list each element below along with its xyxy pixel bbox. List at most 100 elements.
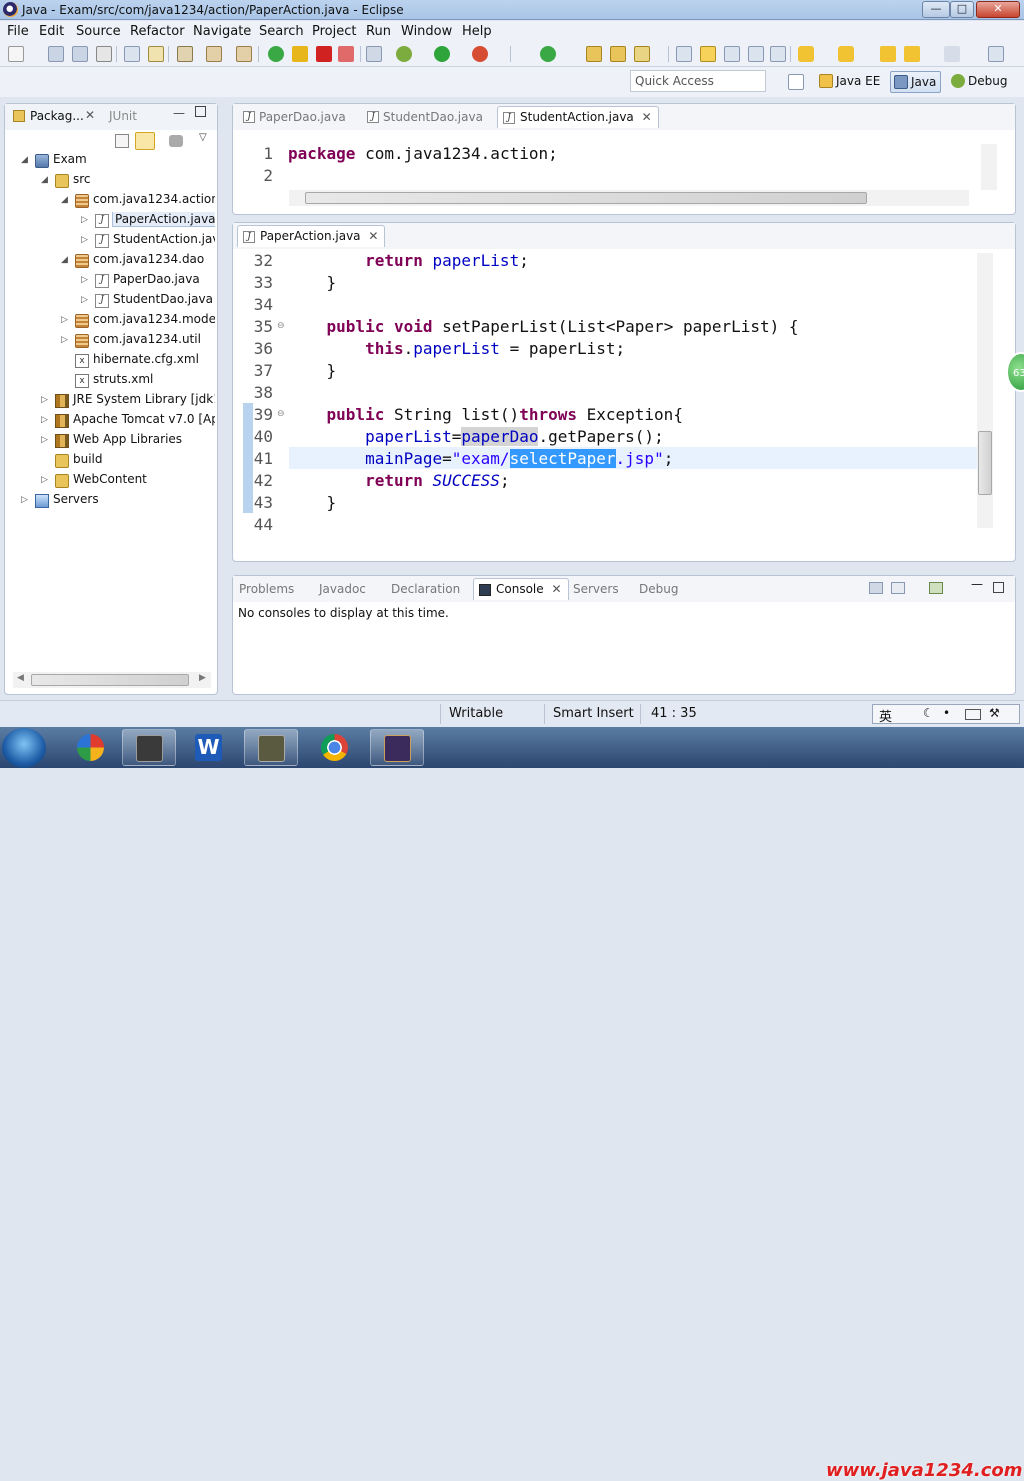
display-console-icon[interactable] xyxy=(891,582,905,594)
last-edit-icon[interactable] xyxy=(880,46,896,62)
taskbar-app[interactable] xyxy=(64,729,118,766)
minimize-view-icon[interactable]: — xyxy=(971,577,983,591)
tab-junit[interactable]: JUnit xyxy=(109,109,137,123)
refresh-icon[interactable] xyxy=(206,46,222,62)
open-console-icon[interactable] xyxy=(929,582,943,594)
tree-item[interactable]: ▷ J PaperAction.java xyxy=(5,212,215,230)
collapsed-arrow-icon[interactable]: ▷ xyxy=(81,275,91,285)
maximize-view-icon[interactable] xyxy=(195,106,206,117)
minimize-view-icon[interactable]: — xyxy=(173,106,185,120)
menu-source[interactable]: Source xyxy=(76,24,121,39)
save-all-icon[interactable] xyxy=(72,46,88,62)
menu-search[interactable]: Search xyxy=(259,24,304,39)
menu-navigate[interactable]: Navigate xyxy=(193,24,251,39)
mark-occurrences-icon[interactable] xyxy=(700,46,716,62)
scroll-right-icon[interactable]: ▶ xyxy=(199,673,206,683)
debug-icon[interactable] xyxy=(396,46,412,62)
collapsed-arrow-icon[interactable]: ▷ xyxy=(81,235,91,245)
show-whitespace-icon[interactable] xyxy=(748,46,764,62)
tree-item[interactable]: ▷ com.java1234.util xyxy=(5,332,215,350)
close-icon[interactable]: ✕ xyxy=(642,110,652,124)
close-icon[interactable]: ✕ xyxy=(551,582,561,596)
collapsed-arrow-icon[interactable]: ▷ xyxy=(61,335,71,345)
next-annotation-icon[interactable] xyxy=(798,46,814,62)
search-server-icon[interactable] xyxy=(236,46,252,62)
close-button[interactable]: ✕ xyxy=(976,1,1020,18)
fold-icon[interactable]: ⊖ xyxy=(277,321,285,331)
forward-icon[interactable] xyxy=(944,46,960,62)
taskbar-app-eclipse[interactable] xyxy=(370,729,424,766)
tree-item[interactable]: ▷ J StudentAction.java xyxy=(5,232,215,250)
ime-lang[interactable]: 英 xyxy=(879,706,892,725)
expanded-arrow-icon[interactable]: ◢ xyxy=(41,175,51,185)
moon-icon[interactable]: ☾ xyxy=(923,706,934,720)
taskbar-app[interactable] xyxy=(122,729,176,766)
tree-item[interactable]: ▷ Web App Libraries xyxy=(5,432,215,450)
tree-item[interactable]: ◢ com.java1234.dao xyxy=(5,252,215,270)
menu-refactor[interactable]: Refactor xyxy=(130,24,185,39)
tree-item[interactable]: ▷ J StudentDao.java xyxy=(5,292,215,310)
external-tools-icon[interactable] xyxy=(472,46,488,62)
taskbar-app[interactable]: W xyxy=(182,729,236,766)
fold-icon[interactable]: ⊖ xyxy=(277,409,285,419)
tab-studentaction[interactable]: J StudentAction.java ✕ xyxy=(497,106,659,128)
tree-item[interactable]: ▷ WebContent xyxy=(5,472,215,490)
tree-item[interactable]: ◢ Exam xyxy=(5,152,215,170)
editor-main-vertical-scrollbar[interactable] xyxy=(977,253,993,528)
start-button[interactable] xyxy=(2,728,46,768)
back-icon[interactable] xyxy=(904,46,920,62)
print-icon[interactable] xyxy=(96,46,112,62)
pin-console-icon[interactable] xyxy=(869,582,883,594)
pilcrow-icon[interactable] xyxy=(770,46,786,62)
taskbar-app[interactable] xyxy=(244,729,298,766)
tab-servers[interactable]: Servers xyxy=(573,582,619,596)
collapse-all-icon[interactable] xyxy=(115,134,129,148)
scroll-thumb[interactable] xyxy=(978,431,992,495)
collapsed-arrow-icon[interactable]: ▷ xyxy=(21,495,31,505)
menu-file[interactable]: File xyxy=(7,24,29,39)
taskbar-app[interactable] xyxy=(308,729,362,766)
menu-window[interactable]: Window xyxy=(401,24,452,39)
tree-item[interactable]: ◢ com.java1234.action xyxy=(5,192,215,210)
tab-debug[interactable]: Debug xyxy=(639,582,678,596)
block-selection-icon[interactable] xyxy=(724,46,740,62)
previous-annotation-icon[interactable] xyxy=(838,46,854,62)
view-menu-icon[interactable] xyxy=(169,135,183,147)
editor-top-vertical-scrollbar[interactable] xyxy=(981,144,997,190)
tree-item[interactable]: ▷ com.java1234.model xyxy=(5,312,215,330)
tab-paperaction[interactable]: J PaperAction.java ✕ xyxy=(237,225,386,247)
editor-main-horizontal-scrollbar[interactable] xyxy=(289,535,969,551)
skip-breakpoints-icon[interactable] xyxy=(366,46,382,62)
chevron-down-icon[interactable]: ▽ xyxy=(199,132,207,143)
menu-help[interactable]: Help xyxy=(462,24,492,39)
scroll-left-icon[interactable]: ◀ xyxy=(17,673,24,683)
tree-item[interactable]: ◢ src xyxy=(5,172,215,190)
expanded-arrow-icon[interactable]: ◢ xyxy=(61,195,71,205)
terminate-icon[interactable] xyxy=(316,46,332,62)
perspective-java-ee[interactable]: Java EE xyxy=(816,71,884,93)
expanded-arrow-icon[interactable]: ◢ xyxy=(61,255,71,265)
toggle-breadcrumb-icon[interactable] xyxy=(676,46,692,62)
tree-item[interactable]: x hibernate.cfg.xml xyxy=(5,352,215,370)
menu-project[interactable]: Project xyxy=(312,24,356,39)
tab-package-explorer[interactable]: Packag... xyxy=(30,109,84,123)
tree-item[interactable]: build xyxy=(5,452,215,470)
tab-javadoc[interactable]: Javadoc xyxy=(319,582,366,596)
close-icon[interactable]: ✕ xyxy=(85,108,95,122)
dot-icon[interactable]: • xyxy=(943,706,950,720)
tree-item[interactable]: x struts.xml xyxy=(5,372,215,390)
close-icon[interactable]: ✕ xyxy=(368,229,378,243)
open-folder-icon[interactable] xyxy=(586,46,602,62)
quick-access-input[interactable]: Quick Access xyxy=(630,70,766,92)
wrench-icon[interactable]: ⚒ xyxy=(989,706,1000,720)
explorer-horizontal-scrollbar[interactable]: ◀ ▶ xyxy=(13,672,211,688)
collapsed-arrow-icon[interactable]: ▷ xyxy=(41,435,51,445)
new-icon[interactable] xyxy=(8,46,24,62)
collapsed-arrow-icon[interactable]: ▷ xyxy=(81,215,91,225)
resume-icon[interactable] xyxy=(268,46,284,62)
scroll-thumb[interactable] xyxy=(31,674,189,686)
expanded-arrow-icon[interactable]: ◢ xyxy=(21,155,31,165)
tab-declaration[interactable]: Declaration xyxy=(391,582,460,596)
tree-item[interactable]: ▷ J PaperDao.java xyxy=(5,272,215,290)
suspend-icon[interactable] xyxy=(292,46,308,62)
